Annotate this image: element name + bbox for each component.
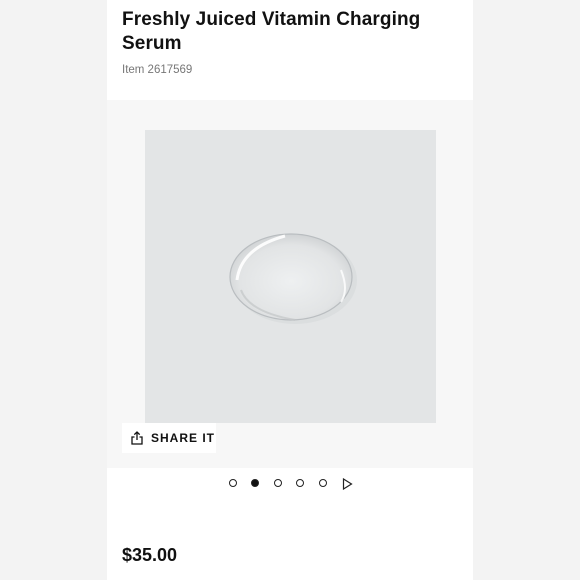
carousel-indicators — [107, 476, 473, 491]
product-price: $35.00 — [122, 545, 178, 565]
serum-drop-image — [229, 233, 357, 324]
product-image[interactable] — [145, 130, 436, 423]
carousel-dot-2[interactable] — [251, 479, 259, 487]
share-button[interactable]: SHARE IT — [122, 423, 216, 453]
play-icon[interactable] — [342, 477, 353, 491]
page-margin-right — [473, 0, 580, 580]
carousel-dot-1[interactable] — [229, 479, 237, 487]
share-icon — [130, 431, 144, 445]
carousel-dot-3[interactable] — [274, 479, 282, 487]
carousel-dot-5[interactable] — [319, 479, 327, 487]
item-number: Item 2617569 — [122, 64, 193, 76]
carousel-dot-4[interactable] — [296, 479, 304, 487]
product-title: Freshly Juiced Vitamin Charging Serum — [122, 9, 421, 54]
product-panel: Freshly Juiced Vitamin Charging Serum It… — [107, 0, 473, 580]
image-gallery: SHARE IT — [107, 100, 473, 468]
share-label: SHARE IT — [151, 431, 216, 445]
page-margin-left — [0, 0, 107, 580]
